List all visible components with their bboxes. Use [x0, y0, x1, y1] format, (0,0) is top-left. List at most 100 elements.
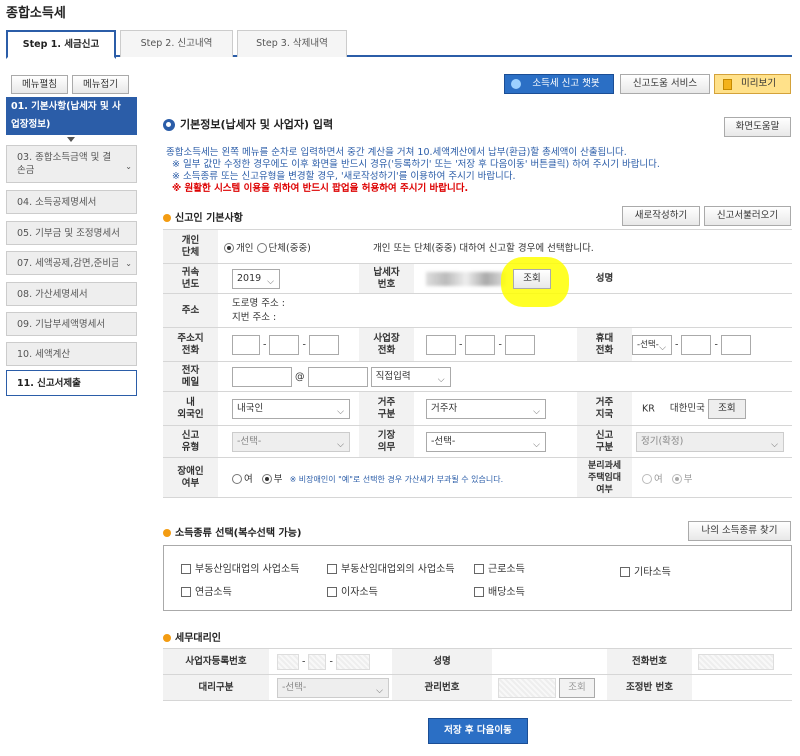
preview-button[interactable]: 미리보기 [714, 74, 791, 94]
country-name: 대한민국 [669, 403, 705, 414]
tab-step3[interactable]: Step 3. 삭제내역 [237, 30, 347, 57]
radio-disabled-no[interactable] [261, 474, 272, 484]
income-item[interactable]: 부동산임대업외의 사업소득 [327, 560, 455, 575]
email-id-input[interactable] [232, 366, 292, 387]
sidebar-item-penalty[interactable]: 08. 가산세명세서 [6, 282, 137, 306]
chevron-down-icon: ⌵ [267, 276, 274, 287]
label-biz-no: 사업자등록번호 [163, 648, 269, 675]
email-domain-input[interactable] [307, 366, 368, 387]
label-report-type: 신고 유형 [163, 425, 218, 458]
country-lookup-button[interactable]: 조회 [707, 398, 746, 419]
label-home-phone: 주소지 전화 [163, 327, 218, 362]
checkbox[interactable] [474, 587, 484, 597]
label-resident: 내 외국인 [163, 391, 218, 426]
income-item[interactable]: 배당소득 [474, 583, 525, 598]
save-next-button[interactable]: 저장 후 다음이동 [428, 718, 528, 744]
individual-hint: 개인 또는 단체(중중) 대하여 신고할 경우에 선택합니다. [359, 229, 792, 264]
screen-help-button[interactable]: 화면도움말 [724, 117, 791, 137]
label-address: 주소 [163, 293, 218, 328]
sidebar-item-submit[interactable]: 11. 신고서제출 [6, 370, 137, 396]
radio-separate-yes[interactable] [642, 474, 652, 484]
residence-select[interactable]: 거주자 ⌵ [426, 398, 546, 419]
chatbot-icon [511, 79, 521, 89]
year-select[interactable]: 2019 ⌵ [232, 268, 280, 289]
sidebar-item-deduction[interactable]: 04. 소득공제명세서 [6, 190, 137, 214]
biz-no-3[interactable] [335, 653, 370, 670]
name-value [632, 263, 792, 294]
income-item[interactable]: 근로소득 [474, 560, 525, 575]
label-agent-name: 성명 [392, 648, 492, 675]
home-phone-1[interactable] [232, 334, 260, 355]
income-box: 부동산임대업의 사업소득 부동산임대업외의 사업소득 근로소득 기타소득 연금소… [163, 545, 792, 611]
tab-step2[interactable]: Step 2. 신고내역 [120, 30, 233, 57]
radio-individual[interactable] [224, 243, 234, 253]
notes: 종합소득세는 왼쪽 메뉴를 순차로 입력하면서 중간 계산을 거쳐 10.세액계… [166, 147, 660, 194]
bullet-icon [163, 214, 171, 222]
menu-expand-button[interactable]: 메뉴펼침 [11, 75, 68, 94]
home-phone-2[interactable] [269, 334, 300, 355]
load-report-button[interactable]: 신고서불러오기 [704, 206, 791, 226]
mobile-prefix-select[interactable]: -선택- ⌵ [632, 334, 672, 355]
radio-disabled-yes[interactable] [232, 474, 242, 484]
sidebar-item-donation[interactable]: 05. 기부금 및 조정명세서 [6, 221, 137, 245]
new-write-button[interactable]: 새로작성하기 [622, 206, 700, 226]
chevron-down-icon: ⌵ [533, 406, 540, 417]
page-title: 종합소득세 [6, 6, 66, 21]
income-item[interactable]: 기타소득 [620, 563, 671, 578]
report-type-select[interactable]: -선택- ⌵ [232, 431, 350, 452]
radio-separate-no[interactable] [671, 474, 682, 484]
step-tabs: Step 1. 세금신고 Step 2. 신고내역 Step 3. 삭제내역 [6, 30, 792, 59]
label-agent-type: 대리구분 [163, 674, 269, 701]
biz-phone-3[interactable] [504, 334, 535, 355]
checkbox[interactable] [474, 564, 484, 574]
radio-group[interactable] [256, 243, 267, 253]
chevron-down-icon: ⌵ [337, 406, 344, 417]
biz-no-1[interactable] [277, 653, 299, 670]
agent-phone-input[interactable] [698, 653, 774, 670]
checkbox[interactable] [327, 564, 337, 574]
sidebar-item-tax-calc[interactable]: 10. 세액계산 [6, 342, 137, 366]
chatbot-button[interactable]: 소득세 신고 챗봇 [504, 74, 614, 94]
checkbox[interactable] [620, 567, 630, 577]
label-country: 거주 지국 [577, 391, 632, 426]
label-manage-no: 관리번호 [392, 674, 492, 701]
help-service-button[interactable]: 신고도움 서비스 [620, 74, 710, 94]
sidebar-item-income[interactable]: 03. 종합소득금액 및 결손금 ⌄ [6, 145, 137, 183]
label-agent-phone: 전화번호 [607, 648, 692, 675]
individual-radio-cell: 개인 단체(중중) [218, 229, 359, 264]
biz-phone-1[interactable] [426, 334, 456, 355]
sidebar-item-tax-credit[interactable]: 07. 세액공제,감면,준비금 ⌄ [6, 251, 137, 275]
biz-phone-2[interactable] [465, 334, 496, 355]
bullet-icon [163, 634, 171, 642]
home-phone-3[interactable] [308, 334, 339, 355]
label-report-class: 신고 구분 [577, 425, 632, 458]
manage-no-input[interactable] [498, 677, 556, 698]
income-item[interactable]: 이자소득 [327, 583, 378, 598]
menu-collapse-button[interactable]: 메뉴접기 [72, 75, 129, 94]
agent-title: 세무대리인 [163, 629, 221, 644]
label-year: 귀속 년도 [163, 263, 218, 294]
chevron-down-icon: ⌄ [125, 162, 132, 171]
mobile-2[interactable] [681, 334, 712, 355]
email-domain-select[interactable]: 직접입력 ⌵ [370, 366, 451, 387]
sidebar-item-basic-info[interactable]: 01. 기본사항(납세자 및 사업장정보) [6, 97, 137, 135]
income-item[interactable]: 부동산임대업의 사업소득 [181, 560, 299, 575]
agent-type-select[interactable]: -선택- ⌵ [277, 677, 389, 698]
sidebar-item-prepaid[interactable]: 09. 기납부세액명세서 [6, 312, 137, 336]
tab-step1[interactable]: Step 1. 세금신고 [6, 30, 116, 59]
income-item[interactable]: 연금소득 [181, 583, 232, 598]
checkbox[interactable] [181, 587, 191, 597]
report-class-select[interactable]: 정기(확정) ⌵ [636, 431, 784, 452]
manage-lookup-button[interactable]: 조회 [559, 677, 596, 698]
resident-select[interactable]: 내국인 ⌵ [232, 398, 350, 419]
checkbox[interactable] [327, 587, 337, 597]
biz-no-2[interactable] [308, 653, 327, 670]
mobile-3[interactable] [720, 334, 751, 355]
lot-address: 지번 주소 : [232, 311, 277, 323]
taxpayer-lookup-button[interactable]: 조회 [513, 268, 552, 289]
bullet-icon [163, 529, 171, 537]
find-income-button[interactable]: 나의 소득종류 찾기 [688, 521, 791, 541]
document-icon [723, 79, 732, 90]
checkbox[interactable] [181, 564, 191, 574]
bookkeeping-select[interactable]: -선택- ⌵ [426, 431, 546, 452]
